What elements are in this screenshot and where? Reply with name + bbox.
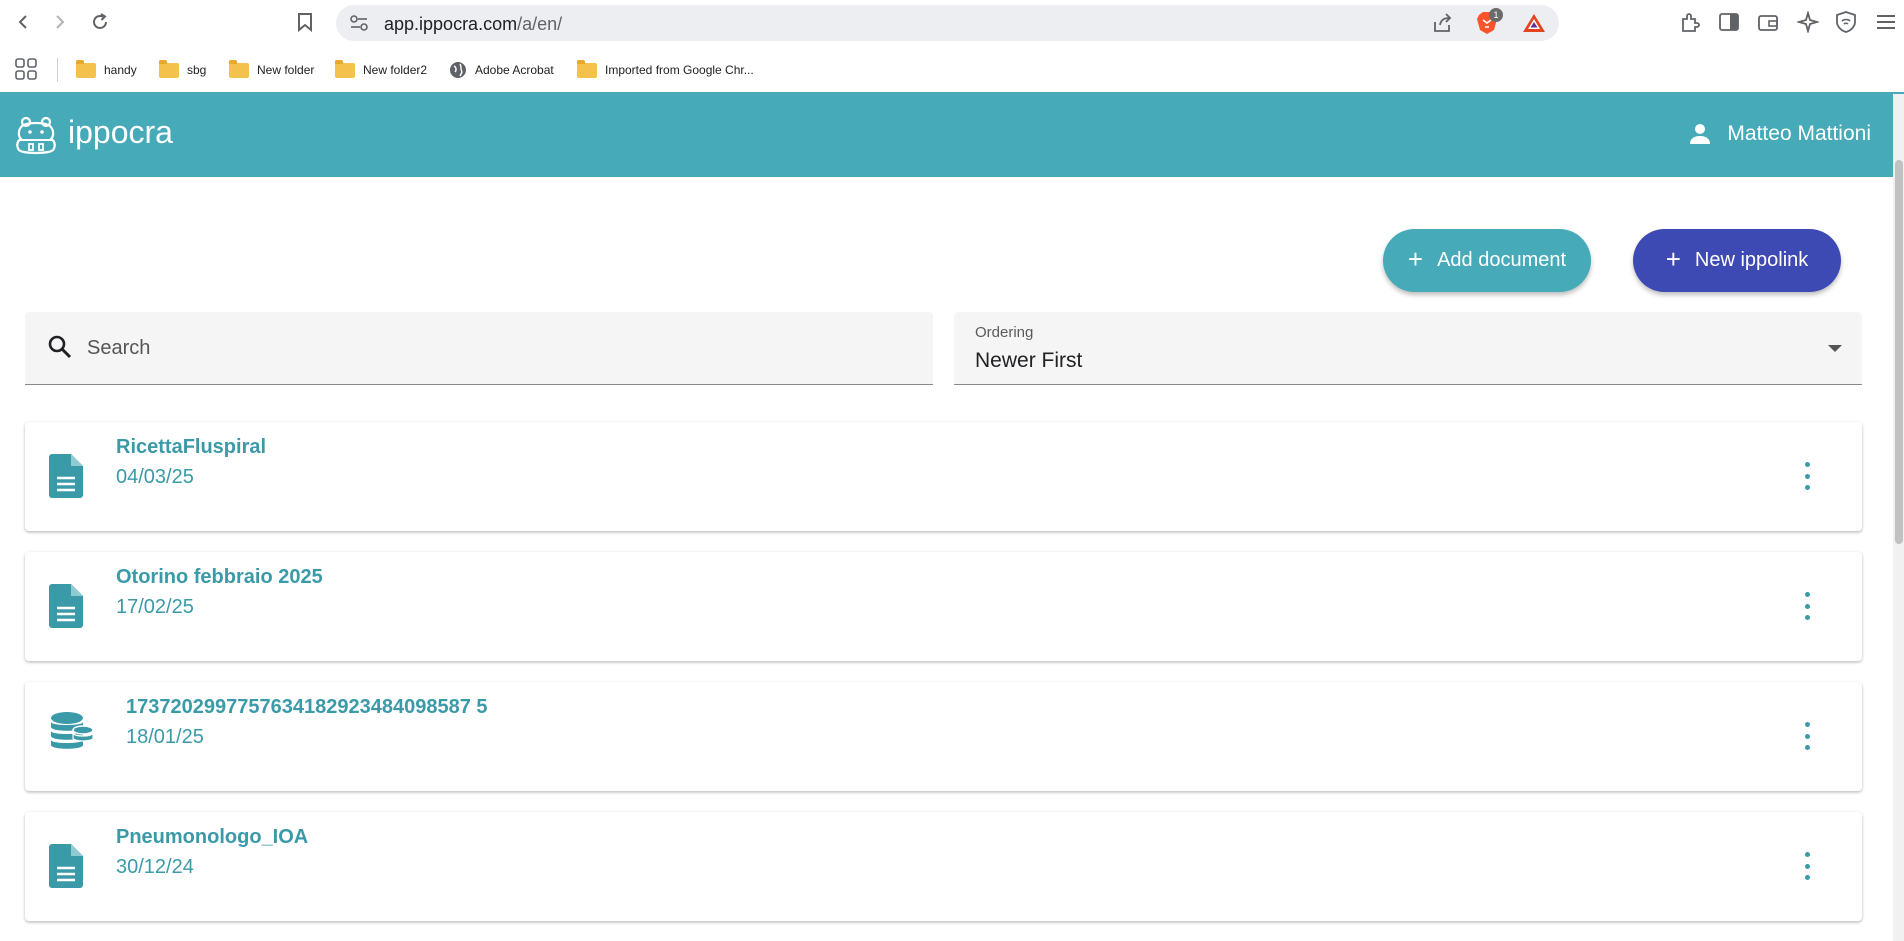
document-title[interactable]: RicettaFluspiral <box>116 436 266 459</box>
search-icon <box>48 335 72 359</box>
caret-down-icon <box>1828 345 1842 352</box>
forward-button[interactable] <box>46 8 74 36</box>
folder-icon <box>159 59 179 78</box>
bookmark-adobe-acrobat[interactable]: Adobe Acrobat <box>449 58 554 82</box>
document-title[interactable]: Pneumonologo_IOA <box>116 826 308 849</box>
document-item[interactable]: 1737202997757634182923484098587 5 18/01/… <box>25 682 1862 791</box>
reload-button[interactable] <box>86 8 114 36</box>
url-host: app.ippocra.com <box>384 14 518 34</box>
more-options-icon[interactable] <box>1802 592 1812 620</box>
add-document-button[interactable]: + Add document <box>1383 229 1591 292</box>
more-options-icon[interactable] <box>1802 852 1812 880</box>
brave-rewards-icon[interactable] <box>1522 13 1546 33</box>
document-date: 18/01/25 <box>126 726 204 748</box>
app-name[interactable]: ippocra <box>68 114 173 151</box>
more-options-icon[interactable] <box>1802 462 1812 490</box>
bookmark-label: New folder <box>257 63 315 77</box>
document-title[interactable]: Otorino febbraio 2025 <box>116 566 323 589</box>
bookmark-sbg[interactable]: sbg <box>159 58 206 82</box>
new-ippolink-label: New ippolink <box>1694 249 1809 271</box>
bookmarks-bar: handy sbg New folder New folder2 Adobe A… <box>0 48 1904 92</box>
bookmark-icon <box>298 13 312 32</box>
add-document-label: Add document <box>1437 249 1567 271</box>
shields-badge: 1 <box>1489 8 1503 22</box>
folder-icon <box>76 59 96 78</box>
ordering-value: Newer First <box>975 349 1083 372</box>
bookmark-label: Adobe Acrobat <box>475 63 554 77</box>
document-date: 30/12/24 <box>116 856 194 878</box>
bookmark-new-folder2[interactable]: New folder2 <box>335 58 427 82</box>
url-path: /a/en/ <box>517 14 563 34</box>
site-settings-icon <box>350 15 368 31</box>
bookmark-page-button[interactable] <box>291 8 319 36</box>
document-icon <box>49 584 83 628</box>
user-menu[interactable]: Matteo Mattioni <box>1689 122 1871 146</box>
bookmark-new-folder[interactable]: New folder <box>229 58 314 82</box>
reload-icon <box>93 13 107 29</box>
app-header: ippocra Matteo Mattioni <box>0 94 1893 177</box>
bookmark-label: Imported from Google Chr... <box>605 63 754 77</box>
share-icon[interactable] <box>1431 13 1453 33</box>
new-ippolink-button[interactable]: + New ippolink <box>1633 229 1841 292</box>
url-text: app.ippocra.com/a/en/ <box>384 14 562 35</box>
search-box[interactable] <box>25 312 933 385</box>
more-options-icon[interactable] <box>1802 722 1812 750</box>
plus-icon: + <box>1665 244 1681 274</box>
search-input[interactable] <box>87 332 887 364</box>
ordering-label: Ordering <box>975 324 1034 341</box>
database-icon <box>51 712 94 749</box>
folder-icon <box>229 59 249 78</box>
chevron-right-icon <box>56 15 65 29</box>
document-icon <box>49 844 83 888</box>
document-item[interactable]: RicettaFluspiral 04/03/25 <box>25 422 1862 531</box>
wallet-icon[interactable] <box>1758 13 1778 31</box>
document-icon <box>49 454 83 498</box>
bookmark-imported[interactable]: Imported from Google Chr... <box>577 58 754 82</box>
bookmark-label: sbg <box>187 63 207 77</box>
bookmarks-divider <box>57 58 58 82</box>
globe-icon <box>450 62 466 78</box>
document-date: 04/03/25 <box>116 466 194 488</box>
browser-toolbar: app.ippocra.com/a/en/ 1 <box>0 0 1904 46</box>
document-date: 17/02/25 <box>116 596 194 618</box>
bookmark-handy[interactable]: handy <box>76 58 137 82</box>
folder-icon <box>577 59 597 78</box>
back-button[interactable] <box>9 8 37 36</box>
bookmark-label: handy <box>104 63 137 77</box>
hippo-logo-icon[interactable] <box>14 116 58 156</box>
user-name: Matteo Mattioni <box>1727 122 1871 145</box>
extensions-icon[interactable] <box>1679 12 1701 34</box>
user-icon <box>1690 124 1711 144</box>
document-item[interactable]: Pneumonologo_IOA 30/12/24 <box>25 812 1862 921</box>
scrollbar-thumb[interactable] <box>1895 160 1903 544</box>
menu-icon[interactable] <box>1876 14 1896 30</box>
brave-shields-button[interactable]: 1 <box>1476 8 1503 35</box>
sidebar-icon[interactable] <box>1719 13 1739 31</box>
chevron-left-icon <box>18 15 27 29</box>
address-bar[interactable]: app.ippocra.com/a/en/ 1 <box>336 5 1559 41</box>
ordering-select[interactable]: Ordering Newer First <box>954 312 1862 385</box>
folder-icon <box>335 59 355 78</box>
bookmark-label: New folder2 <box>363 63 428 77</box>
vpn-shield-icon[interactable] <box>1836 11 1856 33</box>
document-item[interactable]: Otorino febbraio 2025 17/02/25 <box>25 552 1862 661</box>
leo-ai-icon[interactable] <box>1797 11 1819 33</box>
plus-icon: + <box>1407 244 1424 274</box>
document-title[interactable]: 1737202997757634182923484098587 5 <box>126 696 488 719</box>
apps-grid-icon[interactable] <box>15 58 37 80</box>
